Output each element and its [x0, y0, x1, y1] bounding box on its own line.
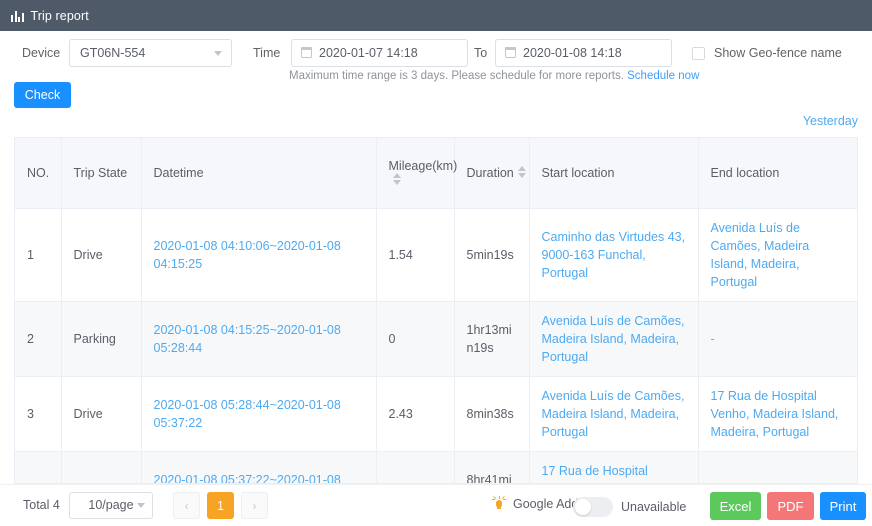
total-count-label: Total 4 [23, 498, 60, 512]
time-to-value: 2020-01-08 14:18 [523, 46, 622, 60]
time-range-notice: Maximum time range is 3 days. Please sch… [289, 70, 699, 82]
trip-report-window: Trip report Device GT06N-554 Time 2020-0… [0, 0, 872, 526]
cell-duration: 8min38s [454, 376, 530, 452]
table-footer: Total 4 10/page ‹ 1 › Google Address: Un… [0, 484, 872, 526]
check-button[interactable]: Check [14, 82, 71, 108]
next-page-button[interactable]: › [241, 492, 268, 519]
filter-bar: Device GT06N-554 Time 2020-01-07 14:18 T… [0, 31, 872, 131]
table-row: 4 Parking 2020-01-08 05:37:22~2020-01-08… [15, 451, 857, 483]
header-mileage-label: Mileage(km) [388, 158, 458, 173]
google-address-state: Unavailable [621, 500, 687, 514]
header-end-location-label: End location [710, 165, 780, 180]
header-start-location: Start location [529, 138, 699, 209]
time-label: Time [253, 46, 281, 60]
table-row: 2 Parking 2020-01-08 04:15:25~2020-01-08… [15, 301, 857, 377]
page-size-select[interactable]: 10/page [69, 492, 153, 519]
cell-datetime[interactable]: 2020-01-08 05:28:44~2020-01-08 05:37:22 [141, 376, 377, 452]
device-label: Device [22, 46, 61, 60]
toggle-knob [575, 499, 591, 515]
cell-end-location: - [698, 301, 857, 377]
cell-start-location[interactable]: Avenida Luís de Camões, Madeira Island, … [529, 376, 699, 452]
table-body: 1 Drive 2020-01-08 04:10:06~2020-01-08 0… [15, 208, 857, 483]
device-select-value: GT06N-554 [80, 46, 146, 60]
cell-start-location[interactable]: Caminho das Virtudes 43, 9000-163 Funcha… [529, 208, 699, 302]
chevron-down-icon [137, 503, 145, 508]
cell-no: 4 [15, 451, 62, 483]
cell-start-location[interactable]: Avenida Luís de Camões, Madeira Island, … [529, 301, 699, 377]
header-trip-state: Trip State [61, 138, 142, 209]
time-to-input[interactable]: 2020-01-08 14:18 [495, 39, 672, 67]
cell-mileage: 0 [376, 451, 455, 483]
cell-mileage: 1.54 [376, 208, 455, 302]
checkbox-icon [692, 46, 705, 60]
show-geofence-checkbox[interactable]: Show Geo-fence name [692, 39, 842, 67]
cell-no: 1 [15, 208, 62, 302]
header-duration[interactable]: Duration [454, 138, 530, 209]
cell-no: 2 [15, 301, 62, 377]
trip-table: NO. Trip State Datetime Mileage(km) Dura… [14, 137, 858, 484]
page-size-value: 10/page [88, 498, 134, 512]
device-select[interactable]: GT06N-554 [69, 39, 232, 67]
calendar-icon [300, 46, 313, 58]
sort-duration-icon[interactable] [517, 166, 526, 179]
cell-datetime[interactable]: 2020-01-08 04:10:06~2020-01-08 04:15:25 [141, 208, 377, 302]
cell-duration: 5min19s [454, 208, 530, 302]
cell-mileage: 2.43 [376, 376, 455, 452]
chevron-down-icon [214, 51, 222, 56]
sort-mileage-icon[interactable] [392, 173, 401, 186]
table-row: 1 Drive 2020-01-08 04:10:06~2020-01-08 0… [15, 208, 857, 302]
cell-end-location[interactable]: Avenida Luís de Camões, Madeira Island, … [698, 208, 857, 302]
page-title: Trip report [30, 8, 89, 23]
header-trip-state-label: Trip State [73, 165, 128, 180]
time-from-value: 2020-01-07 14:18 [319, 46, 418, 60]
cell-end-location[interactable]: 17 Rua de Hospital Venho, Madeira Island… [698, 376, 857, 452]
cell-datetime[interactable]: 2020-01-08 05:37:22~2020-01-08 14:18:59 [141, 451, 377, 483]
cell-duration: 8hr41min37s [454, 451, 530, 483]
lightbulb-icon [492, 495, 506, 511]
header-mileage[interactable]: Mileage(km) [376, 138, 457, 209]
header-datetime: Datetime [141, 138, 377, 209]
cell-trip-state: Parking [61, 301, 142, 377]
show-geofence-label: Show Geo-fence name [714, 46, 842, 60]
export-excel-button[interactable]: Excel [710, 492, 761, 520]
cell-trip-state: Drive [61, 208, 142, 302]
table-header-row: NO. Trip State Datetime Mileage(km) Dura… [15, 138, 857, 209]
export-pdf-button[interactable]: PDF [767, 492, 814, 520]
table-row: 3 Drive 2020-01-08 05:28:44~2020-01-08 0… [15, 376, 857, 452]
cell-datetime[interactable]: 2020-01-08 04:15:25~2020-01-08 05:28:44 [141, 301, 377, 377]
cell-duration: 1hr13min19s [454, 301, 530, 377]
header-no: NO. [15, 138, 62, 209]
header-duration-label: Duration [466, 165, 514, 180]
cell-no: 3 [15, 376, 62, 452]
calendar-icon [504, 46, 517, 58]
schedule-now-link[interactable]: Schedule now [627, 70, 699, 82]
cell-end-location: - [698, 451, 857, 483]
cell-mileage: 0 [376, 301, 455, 377]
notice-text: Maximum time range is 3 days. Please sch… [289, 70, 624, 82]
cell-trip-state: Parking [61, 451, 142, 483]
header-end-location: End location [698, 138, 857, 209]
time-from-input[interactable]: 2020-01-07 14:18 [291, 39, 468, 67]
filter-row: Device GT06N-554 Time 2020-01-07 14:18 T… [0, 38, 872, 68]
page-1-button[interactable]: 1 [207, 492, 234, 519]
yesterday-link[interactable]: Yesterday [803, 114, 858, 128]
prev-page-button[interactable]: ‹ [173, 492, 200, 519]
cell-start-location[interactable]: 17 Rua de Hospital Venho, Madeira Island… [529, 451, 699, 483]
header-no-label: NO. [27, 165, 50, 180]
window-titlebar: Trip report [0, 0, 872, 31]
cell-trip-state: Drive [61, 376, 142, 452]
google-address-toggle[interactable] [573, 497, 613, 517]
to-label: To [474, 46, 488, 60]
header-start-location-label: Start location [541, 165, 615, 180]
bar-chart-icon [11, 10, 24, 22]
print-button[interactable]: Print [820, 492, 866, 520]
header-datetime-label: Datetime [153, 165, 204, 180]
trip-table-element: NO. Trip State Datetime Mileage(km) Dura… [15, 138, 857, 483]
